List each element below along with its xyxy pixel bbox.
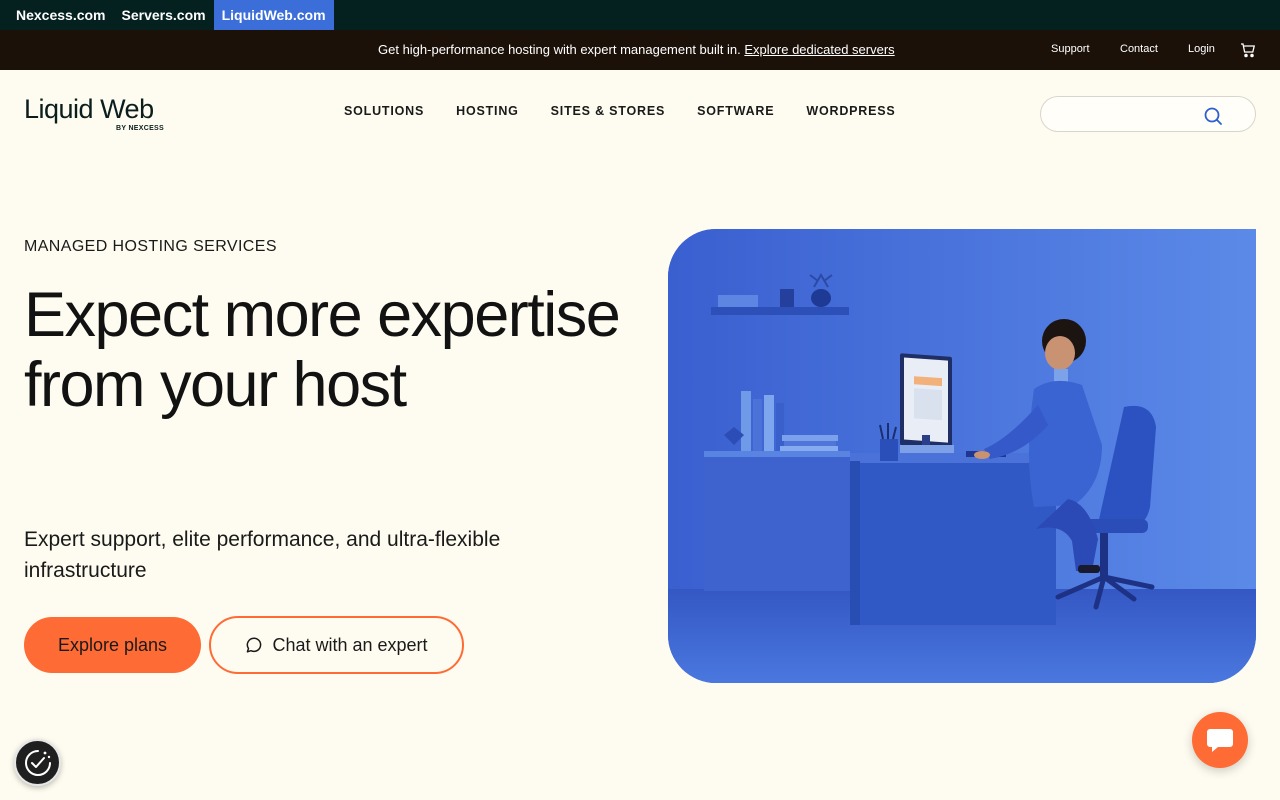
cart-icon[interactable]: [1240, 42, 1256, 58]
search-icon[interactable]: [1203, 106, 1223, 126]
main-nav: SOLUTIONS HOSTING SITES & STORES SOFTWAR…: [344, 104, 928, 118]
search-input[interactable]: [1055, 105, 1205, 123]
chat-with-expert-button[interactable]: Chat with an expert: [209, 616, 464, 674]
logo[interactable]: Liquid Web BY NEXCESS: [24, 94, 174, 134]
chat-button-label: Chat with an expert: [272, 634, 428, 655]
chat-launcher-button[interactable]: [1192, 712, 1248, 768]
hero-headline: Expect more expertise from your host: [24, 280, 621, 420]
contact-link[interactable]: Contact: [1120, 43, 1158, 55]
nav-item-wordpress[interactable]: WORDPRESS: [806, 104, 895, 118]
nav-item-software[interactable]: SOFTWARE: [697, 104, 774, 118]
promo-link[interactable]: Explore dedicated servers: [744, 42, 894, 57]
search-box: [1040, 96, 1256, 132]
logo-text: Liquid Web: [24, 94, 154, 124]
hero-eyebrow: MANAGED HOSTING SERVICES: [24, 238, 277, 255]
site-header: Liquid Web BY NEXCESS SOLUTIONS HOSTING …: [0, 70, 1280, 156]
explore-plans-button[interactable]: Explore plans: [24, 617, 201, 673]
nav-item-sites-stores[interactable]: SITES & STORES: [551, 104, 665, 118]
brand-switcher-bar: Nexcess.com Servers.com LiquidWeb.com: [0, 0, 1280, 30]
promo-message: Get high-performance hosting with expert…: [378, 42, 741, 57]
site-link-nexcess[interactable]: Nexcess.com: [0, 0, 114, 30]
site-link-liquidweb[interactable]: LiquidWeb.com: [213, 0, 334, 30]
promo-bar: Get high-performance hosting with expert…: [0, 30, 1280, 70]
hero-image: [668, 229, 1256, 683]
chat-bubble-icon: [1207, 729, 1233, 752]
accessibility-icon: [24, 749, 51, 776]
promo-text: Get high-performance hosting with expert…: [378, 42, 895, 57]
nav-item-solutions[interactable]: SOLUTIONS: [344, 104, 424, 118]
support-link[interactable]: Support: [1051, 43, 1090, 55]
site-link-servers[interactable]: Servers.com: [114, 0, 214, 30]
nav-item-hosting[interactable]: HOSTING: [456, 104, 519, 118]
chat-icon: [247, 637, 262, 653]
accessibility-button[interactable]: [14, 739, 61, 786]
hero-subline: Expert support, elite performance, and u…: [24, 528, 501, 582]
logo-subtext: BY NEXCESS: [116, 125, 164, 132]
login-link[interactable]: Login: [1188, 43, 1215, 55]
